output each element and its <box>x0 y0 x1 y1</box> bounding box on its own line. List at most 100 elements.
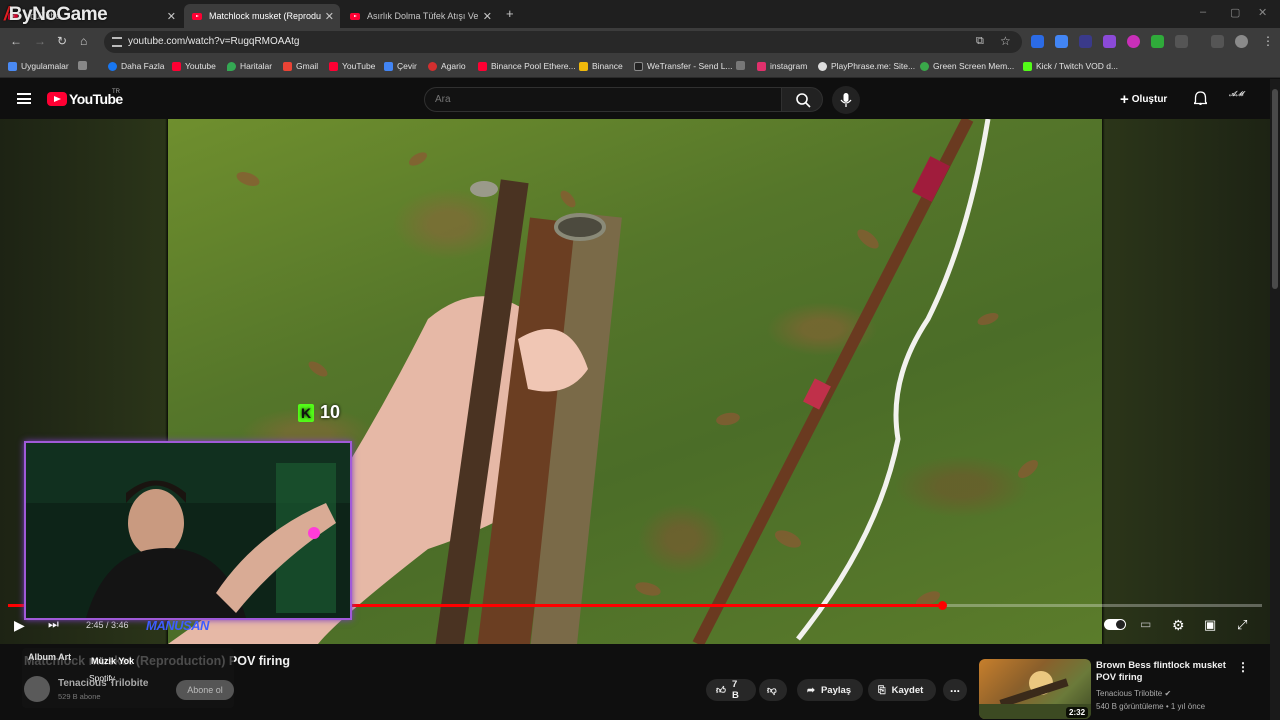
bookmark-item[interactable]: Binance <box>579 61 623 71</box>
media-icon[interactable] <box>1211 35 1224 48</box>
forward-icon[interactable]: → <box>34 34 46 48</box>
bookmark-item[interactable]: Green Screen Mem... <box>920 61 1014 71</box>
share-arrow-icon: ➦ <box>807 684 815 696</box>
extension-icon[interactable] <box>1031 35 1044 48</box>
more-actions-button[interactable]: ... <box>943 679 967 701</box>
save-button[interactable]: ⎘ Kaydet <box>868 679 936 701</box>
voice-search-button[interactable] <box>832 86 860 114</box>
youtube-icon <box>172 61 181 71</box>
address-bar[interactable]: youtube.com/watch?v=RugqRMOAAtg ⧉ ☆ <box>104 31 1022 53</box>
like-button[interactable]: 👍︎ 7 B <box>706 679 756 701</box>
video-duration-badge: 2:32 <box>1066 707 1089 718</box>
kebab-menu-icon[interactable]: ⋮ <box>1237 660 1249 674</box>
theater-mode-icon[interactable]: ▣ <box>1204 617 1216 633</box>
minimize-icon[interactable]: – <box>1200 6 1206 18</box>
translate-extension-icon[interactable] <box>1055 35 1068 48</box>
extension-icon[interactable] <box>1151 35 1164 48</box>
bookmark-apps[interactable]: Uygulamalar <box>8 61 69 71</box>
album-art-placeholder: Album Art <box>28 652 72 662</box>
notifications-bell-icon[interactable] <box>1194 91 1207 105</box>
bookmark-item[interactable] <box>736 61 749 70</box>
facebook-icon <box>108 61 117 71</box>
verified-check-icon: ✔ <box>1164 689 1172 698</box>
agario-icon <box>428 61 437 71</box>
channel-avatar[interactable] <box>24 676 50 702</box>
bookmark-item[interactable]: PlayPhrase.me: Site... <box>818 61 915 71</box>
music-status: Müzik Yok <box>91 656 135 666</box>
region-code: TR <box>112 89 120 95</box>
subtitles-icon[interactable]: ▭ <box>1140 617 1151 631</box>
recommended-title[interactable]: Brown Bess flintlock musket POV firing <box>1096 660 1226 684</box>
dislike-button[interactable]: 👎︎ <box>759 679 787 701</box>
green-screen-icon <box>920 61 929 71</box>
autoplay-toggle[interactable] <box>1104 619 1126 630</box>
translate-icon <box>384 61 393 71</box>
back-icon[interactable]: ← <box>10 34 22 48</box>
bookmark-item[interactable]: Daha Fazla <box>108 61 164 71</box>
profile-avatar[interactable] <box>1235 35 1248 48</box>
bookmark-item[interactable]: Gmail <box>283 61 318 71</box>
recommended-meta: 540 B görüntüleme • 1 yıl önce <box>1096 702 1206 711</box>
home-icon[interactable]: ⌂ <box>80 34 87 48</box>
gmail-icon <box>283 61 292 71</box>
youtube-header: YouTube TR +Oluştur 𝒜ℳ <box>0 79 1280 119</box>
site-info-icon[interactable] <box>112 37 122 47</box>
account-avatar[interactable]: 𝒜ℳ <box>1229 91 1249 105</box>
tab-matchlock[interactable]: Matchlock musket (Reproductio ✕ <box>184 4 340 28</box>
install-icon[interactable]: ⧉ <box>976 35 984 48</box>
page-scrollbar[interactable] <box>1270 79 1280 720</box>
time-display: 2:45 / 3:46 <box>86 620 129 630</box>
youtube-favicon-icon <box>192 12 202 20</box>
plus-icon: + <box>1120 91 1129 108</box>
new-tab-button[interactable]: + <box>506 6 514 21</box>
url-text[interactable]: youtube.com/watch?v=RugqRMOAAtg <box>128 36 299 47</box>
recommended-channel[interactable]: Tenacious Trilobite ✔ <box>1096 689 1171 698</box>
webcam-feed-image <box>26 443 350 618</box>
share-button[interactable]: ➦ Paylaş <box>797 679 863 701</box>
bookmark-item[interactable]: WeTransfer - Send L... <box>634 61 733 71</box>
bookmark-item[interactable]: Haritalar <box>227 61 272 71</box>
bookmark-item[interactable]: YouTube <box>329 61 375 71</box>
reload-icon[interactable]: ↻ <box>57 34 67 48</box>
bookmarks-bar: Uygulamalar Daha Fazla Youtube Haritalar… <box>0 56 1280 78</box>
apps-grid-icon <box>8 61 17 71</box>
extension-icon[interactable] <box>1079 35 1092 48</box>
puzzle-icon[interactable] <box>1175 35 1188 48</box>
bookmark-item[interactable]: Agario <box>428 61 466 71</box>
bookmark-item[interactable]: Kick / Twitch VOD d... <box>1023 61 1118 71</box>
bookmark-item[interactable]: Binance Pool Ethere... <box>478 61 576 71</box>
settings-gear-icon[interactable]: ⚙ <box>1172 617 1185 634</box>
grid-icon[interactable] <box>78 61 91 70</box>
create-button[interactable]: + Oluştur <box>1120 91 1167 108</box>
search-input[interactable] <box>435 94 755 105</box>
subscribe-button[interactable]: Abone ol <box>176 680 234 700</box>
close-tab-icon[interactable]: ✕ <box>325 10 334 23</box>
restore-icon[interactable]: ▢ <box>1230 6 1240 19</box>
search-box[interactable] <box>424 87 782 112</box>
search-button[interactable] <box>781 87 823 112</box>
fullscreen-icon[interactable]: ⤢ <box>1237 617 1247 633</box>
thumbs-down-icon: 👎︎ <box>767 685 777 696</box>
close-tab-icon[interactable]: ✕ <box>483 10 492 23</box>
tab-label: Asırlık Dolma Tüfek Atışı Ve Pat <box>367 11 479 21</box>
browser-toolbar: ← → ↻ ⌂ youtube.com/watch?v=RugqRMOAAtg … <box>0 28 1280 56</box>
youtube-logo-icon[interactable] <box>47 92 67 106</box>
kebab-menu-icon[interactable]: ⋮ <box>1262 34 1274 48</box>
channel-name[interactable]: Tenacious Trilobite <box>58 678 148 689</box>
bynogame-logo: /ByNoGame <box>4 4 108 25</box>
bookmark-item[interactable]: Youtube <box>172 61 216 71</box>
hamburger-menu-icon[interactable] <box>17 93 31 104</box>
close-tab-icon[interactable]: ✕ <box>167 10 176 23</box>
close-window-icon[interactable]: ✕ <box>1258 6 1267 19</box>
bookmark-star-icon[interactable]: ☆ <box>1000 34 1011 48</box>
scrollbar-thumb[interactable] <box>1272 89 1278 289</box>
bookmark-item[interactable]: instagram <box>757 61 807 71</box>
webcam-overlay <box>24 441 352 620</box>
tab-asirlik[interactable]: Asırlık Dolma Tüfek Atışı Ve Pat ✕ <box>342 4 498 28</box>
search-icon <box>796 93 811 108</box>
bookmark-icon: ⎘ <box>878 684 886 696</box>
extension-icon[interactable] <box>1127 35 1140 48</box>
extension-icon[interactable] <box>1103 35 1116 48</box>
bookmark-item[interactable]: Çevir <box>384 61 417 71</box>
microphone-icon <box>840 93 852 107</box>
